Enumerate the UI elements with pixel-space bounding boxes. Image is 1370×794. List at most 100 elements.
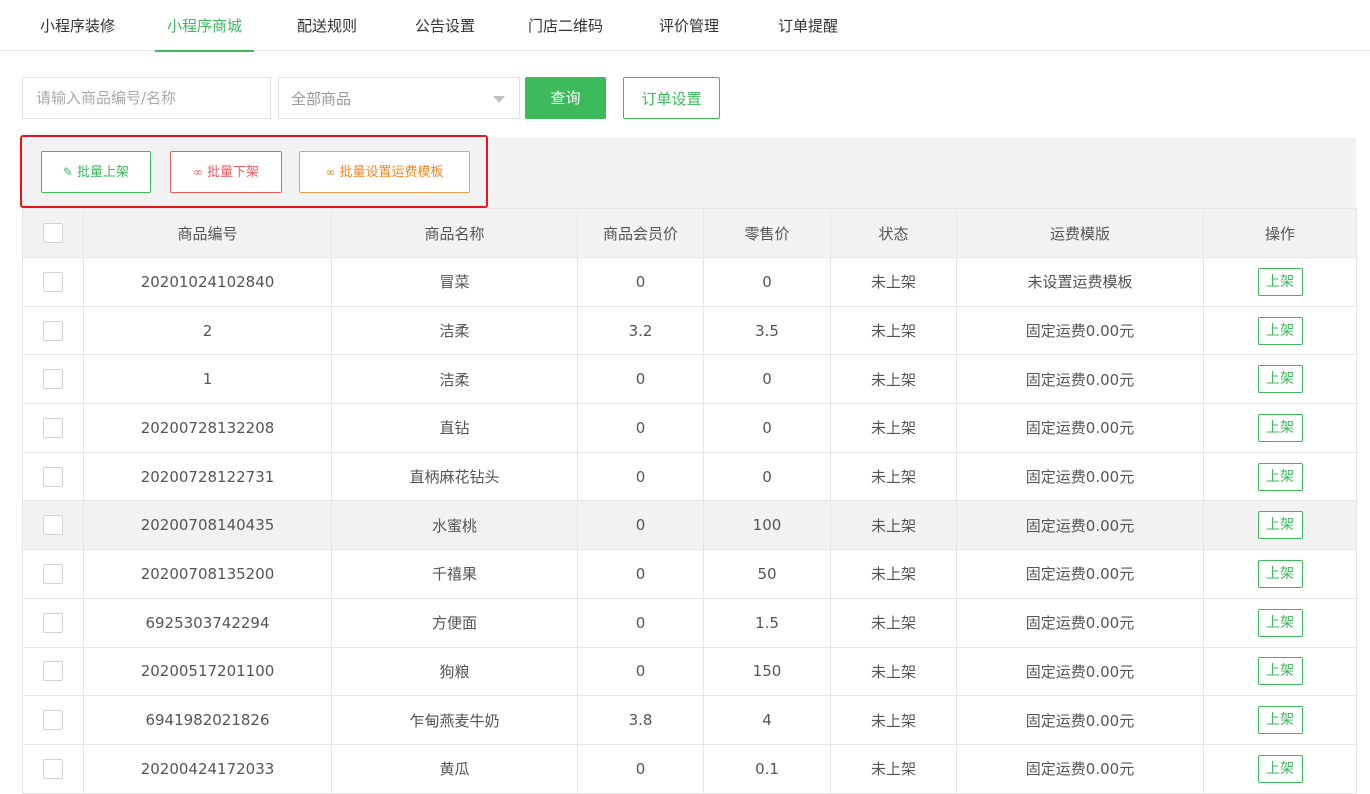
cell-name: 黄瓜 — [331, 743, 578, 794]
cell-status: 未上架 — [830, 500, 957, 551]
tab-miniprogram-decoration[interactable]: 小程序装修 — [40, 0, 115, 51]
row-checkbox[interactable] — [43, 710, 63, 731]
list-on-shelf-button[interactable]: 上架 — [1257, 706, 1303, 735]
table-row: 2 洁柔 3.2 3.5 未上架 固定运费0.00元 上架 — [22, 305, 1357, 356]
cell-actions: 上架 — [1203, 743, 1357, 794]
cell-member-price: 0 — [577, 403, 704, 453]
cell-name: 直柄麻花钻头 — [331, 451, 578, 502]
table-row: 6941982021826 乍甸燕麦牛奶 3.8 4 未上架 固定运费0.00元 上架 — [22, 695, 1357, 745]
cell-retail-price: 4 — [703, 695, 831, 745]
header-retail-price: 零售价 — [703, 208, 831, 258]
cell-member-price: 0 — [577, 257, 704, 307]
list-on-shelf-button[interactable]: 上架 — [1257, 267, 1303, 296]
tab-order-reminder[interactable]: 订单提醒 — [778, 0, 838, 51]
header-shipping-template: 运费模版 — [956, 208, 1204, 258]
cell-name: 冒菜 — [331, 257, 578, 307]
cell-shipping-template: 固定运费0.00元 — [956, 305, 1204, 356]
row-checkbox[interactable] — [43, 661, 63, 682]
cell-retail-price: 100 — [703, 500, 831, 551]
cell-shipping-template: 固定运费0.00元 — [956, 451, 1204, 502]
table-row: 20200728122731 直柄麻花钻头 0 0 未上架 固定运费0.00元 上架 — [22, 451, 1357, 502]
order-settings-button[interactable]: 订单设置 — [623, 77, 720, 119]
cell-code: 20200708135200 — [83, 549, 332, 599]
list-on-shelf-button[interactable]: 上架 — [1257, 365, 1303, 394]
cell-retail-price: 1.5 — [703, 597, 831, 648]
cell-member-price: 0 — [577, 500, 704, 551]
row-checkbox-cell — [22, 451, 84, 502]
row-checkbox[interactable] — [43, 563, 63, 584]
cell-shipping-template: 固定运费0.00元 — [956, 597, 1204, 648]
tab-announcement-settings[interactable]: 公告设置 — [415, 0, 475, 51]
row-checkbox[interactable] — [43, 758, 63, 779]
tab-delivery-rules[interactable]: 配送规则 — [297, 0, 357, 51]
cell-name: 洁柔 — [331, 305, 578, 356]
list-on-shelf-button[interactable]: 上架 — [1257, 657, 1303, 686]
table-row: 20200708135200 千禧果 0 50 未上架 固定运费0.00元 上架 — [22, 549, 1357, 599]
tab-review-management[interactable]: 评价管理 — [659, 0, 719, 51]
cell-member-price: 3.2 — [577, 305, 704, 356]
row-checkbox[interactable] — [43, 466, 63, 487]
cell-retail-price: 0 — [703, 354, 831, 405]
cell-status: 未上架 — [830, 695, 957, 745]
cell-shipping-template: 固定运费0.00元 — [956, 549, 1204, 599]
select-all-checkbox[interactable] — [43, 223, 63, 243]
list-on-shelf-button[interactable]: 上架 — [1257, 559, 1303, 588]
row-checkbox-cell — [22, 695, 84, 745]
chevron-down-icon — [493, 96, 505, 103]
cell-member-price: 0 — [577, 646, 704, 697]
row-checkbox-cell — [22, 500, 84, 551]
header-checkbox-cell — [22, 208, 84, 258]
row-checkbox[interactable] — [43, 369, 63, 390]
row-checkbox[interactable] — [43, 515, 63, 536]
row-checkbox[interactable] — [43, 320, 63, 341]
cell-status: 未上架 — [830, 354, 957, 405]
cell-member-price: 0 — [577, 354, 704, 405]
cell-name: 狗粮 — [331, 646, 578, 697]
list-on-shelf-button[interactable]: 上架 — [1257, 462, 1303, 491]
cell-member-price: 3.8 — [577, 695, 704, 745]
cell-code: 6925303742294 — [83, 597, 332, 648]
row-checkbox[interactable] — [43, 612, 63, 633]
top-tab-bar: 小程序装修 小程序商城 配送规则 公告设置 门店二维码 评价管理 订单提醒 — [0, 0, 1370, 52]
row-checkbox-cell — [22, 354, 84, 405]
search-input[interactable] — [22, 77, 271, 119]
cell-code: 2 — [83, 305, 332, 356]
header-code: 商品编号 — [83, 208, 332, 258]
row-checkbox-cell — [22, 646, 84, 697]
row-checkbox-cell — [22, 403, 84, 453]
cell-actions: 上架 — [1203, 597, 1357, 648]
cell-member-price: 0 — [577, 743, 704, 794]
cell-retail-price: 0.1 — [703, 743, 831, 794]
row-checkbox-cell — [22, 597, 84, 648]
list-on-shelf-button[interactable]: 上架 — [1257, 316, 1303, 345]
cell-actions: 上架 — [1203, 695, 1357, 745]
tab-store-qrcode[interactable]: 门店二维码 — [528, 0, 603, 51]
list-on-shelf-button[interactable]: 上架 — [1257, 511, 1303, 540]
cell-name: 千禧果 — [331, 549, 578, 599]
cell-retail-price: 0 — [703, 451, 831, 502]
cell-status: 未上架 — [830, 646, 957, 697]
query-button[interactable]: 查询 — [525, 77, 606, 119]
cell-actions: 上架 — [1203, 646, 1357, 697]
row-checkbox[interactable] — [43, 271, 63, 292]
row-checkbox[interactable] — [43, 417, 63, 438]
cell-code: 20200728132208 — [83, 403, 332, 453]
tab-miniprogram-mall[interactable]: 小程序商城 — [154, 0, 255, 52]
category-select[interactable]: 全部商品 — [278, 77, 520, 119]
cell-actions: 上架 — [1203, 305, 1357, 356]
cell-shipping-template: 固定运费0.00元 — [956, 354, 1204, 405]
row-checkbox-cell — [22, 305, 84, 356]
header-name: 商品名称 — [331, 208, 578, 258]
header-actions: 操作 — [1203, 208, 1357, 258]
cell-name: 方便面 — [331, 597, 578, 648]
list-on-shelf-button[interactable]: 上架 — [1257, 413, 1303, 442]
table-row: 6925303742294 方便面 0 1.5 未上架 固定运费0.00元 上架 — [22, 597, 1357, 648]
cell-code: 20200728122731 — [83, 451, 332, 502]
cell-retail-price: 0 — [703, 403, 831, 453]
list-on-shelf-button[interactable]: 上架 — [1257, 754, 1303, 783]
list-on-shelf-button[interactable]: 上架 — [1257, 608, 1303, 637]
row-checkbox-cell — [22, 549, 84, 599]
table-row: 20200708140435 水蜜桃 0 100 未上架 固定运费0.00元 上架 — [22, 500, 1357, 551]
cell-shipping-template: 未设置运费模板 — [956, 257, 1204, 307]
annotation-highlight-box — [20, 135, 488, 208]
